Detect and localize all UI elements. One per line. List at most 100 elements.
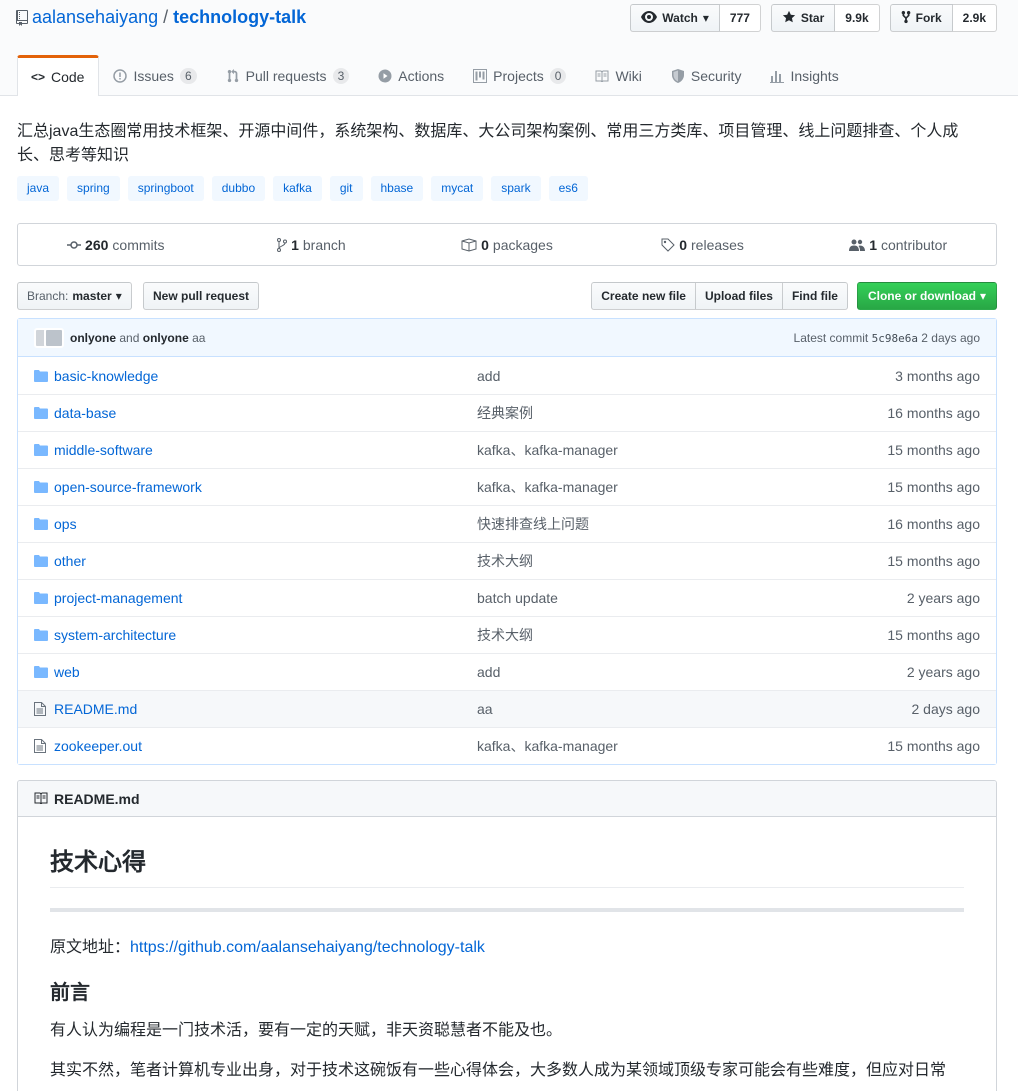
commit-age: 2 days ago xyxy=(911,701,981,717)
commit-message-link[interactable]: 技术大纲 xyxy=(477,551,533,571)
branch-count: 1 xyxy=(291,236,299,253)
commit-age: 2 years ago xyxy=(906,590,980,606)
graph-icon xyxy=(770,69,785,83)
commit-age: 2 years ago xyxy=(906,664,980,680)
file-name-link[interactable]: web xyxy=(54,664,80,680)
commit-message-link[interactable]: 经典案例 xyxy=(477,403,533,423)
commit-message-link[interactable]: batch update xyxy=(477,590,558,606)
commit-age: 3 months ago xyxy=(895,367,980,384)
commit-message-link[interactable]: kafka、kafka-manager xyxy=(477,440,618,460)
table-row[interactable]: project-management batch update 2 years ag… xyxy=(18,579,996,616)
book-icon xyxy=(34,791,48,807)
table-row[interactable]: data-base 经典案例 16 months ago xyxy=(18,394,996,431)
topic-tag[interactable]: spring xyxy=(67,176,120,201)
commit-message-link[interactable]: aa xyxy=(477,701,493,717)
file-name-link[interactable]: zookeeper.out xyxy=(54,738,142,754)
file-icon xyxy=(34,739,48,753)
star-label: Star xyxy=(800,11,825,25)
releases-count: 0 xyxy=(679,236,688,253)
divider xyxy=(50,908,964,912)
commit-message-link[interactable]: kafka、kafka-manager xyxy=(477,477,618,497)
star-count[interactable]: 9.9k xyxy=(835,4,880,32)
source-link[interactable]: https://github.com/aalansehaiyang/techno… xyxy=(130,939,485,956)
readme-heading: 技术心得 xyxy=(50,847,964,888)
find-file-button[interactable]: Find file xyxy=(781,282,848,310)
fork-button[interactable]: Fork xyxy=(889,4,953,32)
releases-link[interactable]: 0 releases xyxy=(605,224,801,265)
topic-tag[interactable]: dubbo xyxy=(211,176,266,201)
table-row[interactable]: basic-knowledge add 3 months ago xyxy=(18,357,996,394)
repo-owner-link[interactable]: aalansehaiyang xyxy=(32,7,158,28)
file-name-link[interactable]: open-source-framework xyxy=(54,479,202,495)
commits-label: commits xyxy=(112,236,165,253)
watch-button[interactable]: Watch ▾ xyxy=(630,4,720,32)
file-name-link[interactable]: project-management xyxy=(54,590,182,606)
branches-link[interactable]: 1 branch xyxy=(214,224,410,265)
commit-message-link[interactable]: add xyxy=(477,664,500,680)
file-name-link[interactable]: system-architecture xyxy=(54,627,176,643)
clone-or-download-button[interactable]: Clone or download ▾ xyxy=(856,282,997,310)
file-name-link[interactable]: README.md xyxy=(54,701,137,717)
tab-code[interactable]: <> Code xyxy=(17,55,100,96)
topic-tag[interactable]: spark xyxy=(491,176,541,201)
topic-tag[interactable]: git xyxy=(329,176,363,201)
fork-count[interactable]: 2.9k xyxy=(952,4,997,32)
file-name-link[interactable]: middle-software xyxy=(54,442,153,458)
star-button[interactable]: Star xyxy=(770,4,836,32)
numbers-summary: 260 commits 1 branch 0 packages 0 releas… xyxy=(17,223,997,266)
contributor-count: 1 xyxy=(869,236,877,253)
tab-projects[interactable]: Projects 0 xyxy=(459,55,581,96)
topic-tag[interactable]: java xyxy=(17,176,60,201)
folder-icon xyxy=(34,628,48,642)
file-name-link[interactable]: data-base xyxy=(54,405,116,421)
table-row[interactable]: web add 2 years ago xyxy=(18,653,996,690)
topic-tag[interactable]: es6 xyxy=(548,176,588,201)
commit-message-link[interactable]: add xyxy=(477,368,500,384)
readme: README.md 技术心得 原文地址：https://github.com/a… xyxy=(17,780,997,1091)
topic-tag[interactable]: mycat xyxy=(431,176,484,201)
tab-pull-requests[interactable]: Pull requests 3 xyxy=(212,55,365,96)
table-row[interactable]: README.md aa 2 days ago xyxy=(18,690,996,727)
tab-security[interactable]: Security xyxy=(657,55,757,96)
table-row[interactable]: open-source-framework kafka、kafka-manager… xyxy=(18,468,996,505)
table-row[interactable]: other 技术大纲 15 months ago xyxy=(18,542,996,579)
commit-message[interactable]: aa xyxy=(192,331,205,345)
file-name-link[interactable]: other xyxy=(54,553,86,569)
contributors-link[interactable]: 1 contributor xyxy=(800,224,996,265)
avatar[interactable] xyxy=(34,327,64,348)
table-row[interactable]: zookeeper.out kafka、kafka-manager 15 month… xyxy=(18,727,996,764)
branch-label: branch xyxy=(302,236,346,253)
branch-select-button[interactable]: Branch: master ▾ xyxy=(17,282,132,310)
source-label: 原文地址： xyxy=(50,939,131,956)
commit-sha[interactable]: 5c98e6a xyxy=(872,332,918,345)
watch-count[interactable]: 777 xyxy=(719,4,761,32)
tab-wiki[interactable]: Wiki xyxy=(581,55,656,96)
chevron-down-icon: ▾ xyxy=(979,289,986,303)
upload-files-button[interactable]: Upload files xyxy=(694,282,783,310)
tab-insights[interactable]: Insights xyxy=(756,55,853,96)
topic-tag[interactable]: hbase xyxy=(370,176,424,201)
file-name-link[interactable]: ops xyxy=(54,516,77,532)
commit-age: 15 months ago xyxy=(887,479,980,495)
table-row[interactable]: system-architecture 技术大纲 15 months ago xyxy=(18,616,996,653)
packages-link[interactable]: 0 packages xyxy=(409,224,605,265)
tab-label: Projects xyxy=(493,68,544,84)
commit-author[interactable]: onlyone xyxy=(70,331,116,345)
repo-name-link[interactable]: technology-talk xyxy=(173,7,306,28)
commit-message-link[interactable]: 技术大纲 xyxy=(477,625,533,645)
tab-actions[interactable]: Actions xyxy=(364,55,459,96)
commit-committer[interactable]: onlyone xyxy=(143,331,189,345)
new-pull-request-button[interactable]: New pull request xyxy=(143,282,260,310)
commits-link[interactable]: 260 commits xyxy=(18,224,214,265)
table-row[interactable]: middle-software kafka、kafka-manager 15 mon… xyxy=(18,431,996,468)
topic-tag[interactable]: kafka xyxy=(273,176,322,201)
commit-message-link[interactable]: kafka、kafka-manager xyxy=(477,736,618,756)
create-new-file-button[interactable]: Create new file xyxy=(591,282,696,310)
table-row[interactable]: ops 快速排查线上问题 16 months ago xyxy=(18,505,996,542)
commit-age: 16 months ago xyxy=(887,516,980,532)
commit-message-link[interactable]: 快速排查线上问题 xyxy=(477,514,589,534)
file-name-link[interactable]: basic-knowledge xyxy=(54,368,158,384)
latest-commit: Latest commit 5c98e6a 2 days ago xyxy=(794,331,980,345)
tab-issues[interactable]: Issues 6 xyxy=(99,55,211,96)
topic-tag[interactable]: springboot xyxy=(127,176,204,201)
